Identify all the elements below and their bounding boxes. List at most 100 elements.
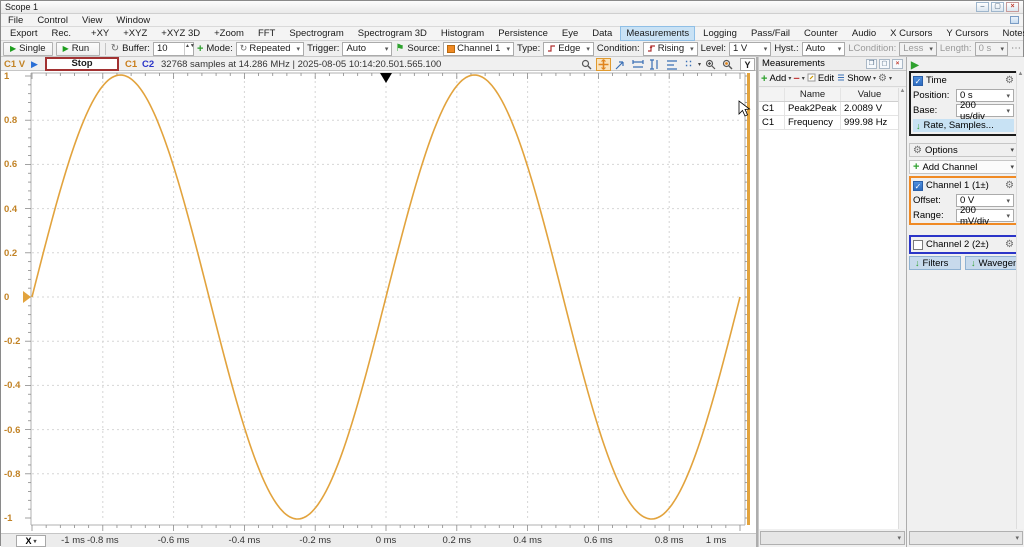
trigger-select[interactable]: Auto ▾ — [342, 42, 392, 56]
hysteresis-select[interactable]: Auto ▾ — [802, 42, 846, 56]
channel2-checkbox[interactable] — [913, 240, 923, 250]
time-checkbox[interactable]: ✓ — [913, 76, 923, 86]
panel-close-icon[interactable]: × — [892, 59, 903, 69]
tab-spectrogram-3d[interactable]: Spectrogram 3D — [352, 26, 433, 41]
panel-maximize-icon[interactable]: ▢ — [879, 59, 890, 69]
table-row[interactable]: C1Peak2Peak2.0089 V — [759, 102, 898, 116]
gear-icon[interactable]: ⚙ — [1005, 75, 1014, 86]
tab-audio[interactable]: Audio — [846, 26, 882, 41]
minimize-icon[interactable]: – — [976, 2, 989, 12]
rising-edge-icon — [647, 44, 656, 53]
chevron-down-icon[interactable]: ▾ — [802, 75, 805, 82]
tab-pass-fail[interactable]: Pass/Fail — [745, 26, 796, 41]
x-axis-button-label: X — [25, 536, 31, 546]
panel-bottom-select[interactable]: ▾ — [909, 531, 1023, 545]
x-axis-button[interactable]: X ▾ — [16, 535, 46, 547]
scroll-up-icon[interactable]: ▲ — [1018, 71, 1024, 77]
scroll-up-icon[interactable]: ▲ — [900, 88, 906, 94]
tab-export[interactable]: Export — [4, 26, 43, 41]
dock-icon[interactable] — [1010, 16, 1019, 24]
stepper-arrows-icon[interactable]: ▲▼ — [184, 43, 193, 55]
measurements-bottom-select[interactable]: ▾ — [760, 531, 905, 545]
tab-notes[interactable]: Notes — [996, 26, 1024, 41]
show-label[interactable]: Show — [847, 73, 871, 84]
tab-measurements[interactable]: Measurements — [620, 26, 695, 41]
zoom-icon[interactable] — [579, 58, 594, 71]
zoom-custom-icon[interactable] — [720, 58, 735, 71]
waveform-plot[interactable] — [23, 71, 753, 533]
collapse-panel-icon[interactable]: ▶ — [911, 60, 919, 71]
condition-select[interactable]: Rising ▾ — [643, 42, 698, 56]
panel-float-icon[interactable]: ❐ — [866, 59, 877, 69]
c2-badge[interactable]: C2 — [142, 57, 154, 71]
menu-view[interactable]: View — [75, 14, 109, 27]
mode-select[interactable]: ↻ Repeated ▾ — [236, 42, 304, 56]
chevron-down-icon[interactable]: ▾ — [889, 75, 892, 82]
edit-label[interactable]: Edit — [818, 73, 834, 84]
stop-button[interactable]: Stop — [45, 57, 119, 71]
tab-eye[interactable]: Eye — [556, 26, 584, 41]
chevron-down-icon[interactable]: ▾ — [788, 75, 791, 82]
buffer-stepper[interactable]: 10 ▲▼ — [153, 42, 194, 56]
table-row[interactable]: C1Frequency999.98 Hz — [759, 116, 898, 130]
level-select[interactable]: 1 V ▾ — [729, 42, 771, 56]
tab-persistence[interactable]: Persistence — [492, 26, 554, 41]
toolbar-overflow-icon[interactable]: ⋯ — [1011, 43, 1021, 54]
wavegens-button[interactable]: ↓ Wavegens — [965, 256, 1023, 270]
c1-badge[interactable]: C1 — [125, 57, 137, 71]
single-button[interactable]: ▶ Single — [3, 42, 53, 56]
menu-window[interactable]: Window — [109, 14, 157, 27]
tab--zoom[interactable]: +Zoom — [208, 26, 250, 41]
remove-measurement-icon[interactable]: − — [793, 73, 799, 85]
tab-fft[interactable]: FFT — [252, 26, 281, 41]
menu-control[interactable]: Control — [30, 14, 75, 27]
chevron-down-icon[interactable]: ▾ — [873, 75, 876, 82]
type-select[interactable]: Edge ▾ — [543, 42, 594, 56]
tab--xyz-3d[interactable]: +XYZ 3D — [155, 26, 206, 41]
edit-icon[interactable] — [807, 73, 816, 85]
source-select[interactable]: Channel 1 ▾ — [443, 42, 514, 56]
add-channel-button[interactable]: + Add Channel ▾ — [909, 160, 1018, 174]
tab-histogram[interactable]: Histogram — [435, 26, 490, 41]
maximize-icon[interactable]: ▢ — [991, 2, 1004, 12]
gear-icon[interactable]: ⚙ — [1005, 239, 1014, 250]
fit-all-icon[interactable] — [664, 58, 679, 71]
tab--xyz[interactable]: +XYZ — [117, 26, 153, 41]
range-select[interactable]: 200 mV/div ▾ — [956, 209, 1014, 222]
add-icon[interactable]: + — [197, 43, 203, 55]
gear-icon[interactable]: ⚙ — [1005, 180, 1014, 191]
measurements-panel-header[interactable]: Measurements ❐ ▢ × — [759, 57, 906, 71]
gear-icon[interactable]: ⚙ — [878, 73, 887, 84]
tab-y-cursors[interactable]: Y Cursors — [940, 26, 994, 41]
zoom-in-icon[interactable] — [703, 58, 718, 71]
zoom-region-icon[interactable] — [613, 58, 628, 71]
tab-x-cursors[interactable]: X Cursors — [884, 26, 938, 41]
channel1-checkbox[interactable]: ✓ — [913, 181, 923, 191]
panel-scrollbar[interactable]: ▲ — [1016, 71, 1024, 529]
fit-vertical-icon[interactable] — [647, 58, 662, 71]
filters-button[interactable]: ↓ Filters — [909, 256, 961, 270]
tab-spectrogram[interactable]: Spectrogram — [283, 26, 349, 41]
show-icon[interactable] — [836, 73, 845, 85]
tab-counter[interactable]: Counter — [798, 26, 844, 41]
measurements-scrollbar[interactable]: ▲ — [898, 88, 906, 529]
run-arrow-icon[interactable]: ▶ — [31, 57, 38, 71]
run-button[interactable]: ▶ Run — [56, 42, 101, 56]
y-axis-button[interactable]: Y — [740, 58, 755, 71]
add-measurement-label[interactable]: Add — [769, 73, 786, 84]
menu-file[interactable]: File — [1, 14, 30, 27]
one-to-one-icon[interactable]: ∷ — [681, 58, 696, 71]
zoom-options-chevron-icon[interactable]: ▾ — [698, 61, 701, 68]
tab-data[interactable]: Data — [586, 26, 618, 41]
base-select[interactable]: 200 us/div ▾ — [956, 104, 1014, 117]
add-measurement-icon[interactable]: + — [761, 73, 767, 85]
fit-horizontal-icon[interactable] — [630, 58, 645, 71]
tab-logging[interactable]: Logging — [697, 26, 743, 41]
scan-icon[interactable]: ↻ — [111, 43, 119, 54]
pan-crosshair-icon[interactable] — [596, 58, 611, 71]
tab-rec-[interactable]: Rec. — [45, 26, 77, 41]
trigger-flag-icon[interactable]: ⚑ — [395, 43, 404, 54]
tab--xy[interactable]: +XY — [85, 26, 115, 41]
options-bar[interactable]: ⚙ Options ▾ — [909, 143, 1018, 157]
close-icon[interactable]: × — [1006, 2, 1019, 12]
